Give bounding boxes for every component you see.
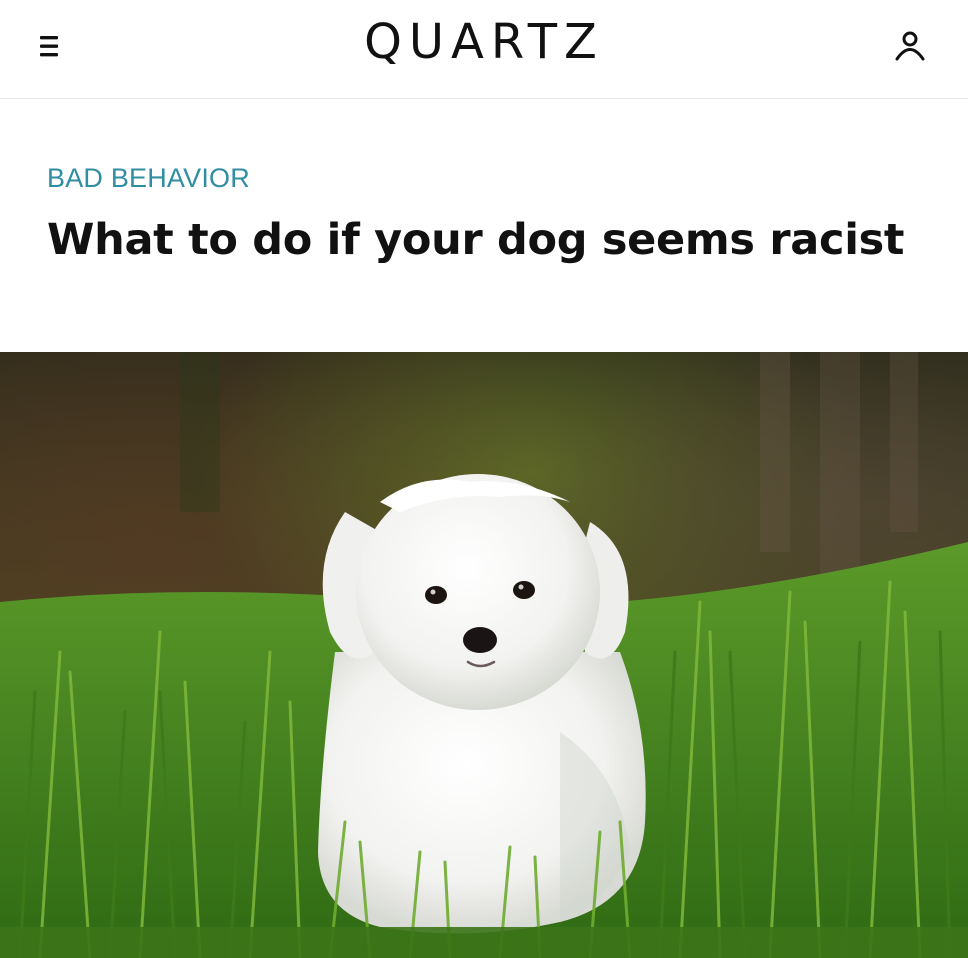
article-hero-image (0, 352, 968, 958)
hamburger-menu-icon (40, 36, 58, 57)
user-account-icon (895, 31, 925, 61)
account-button[interactable] (890, 26, 930, 66)
menu-button[interactable] (38, 30, 72, 64)
category-link[interactable]: BAD BEHAVIOR (47, 163, 250, 194)
site-logo[interactable]: QUARTZ (364, 14, 604, 70)
article-headline[interactable]: What to do if your dog seems racist (47, 213, 907, 267)
site-header: QUARTZ (0, 0, 968, 99)
puppy-in-grass-photo (0, 352, 968, 958)
article-header: BAD BEHAVIOR What to do if your dog seem… (0, 99, 968, 352)
